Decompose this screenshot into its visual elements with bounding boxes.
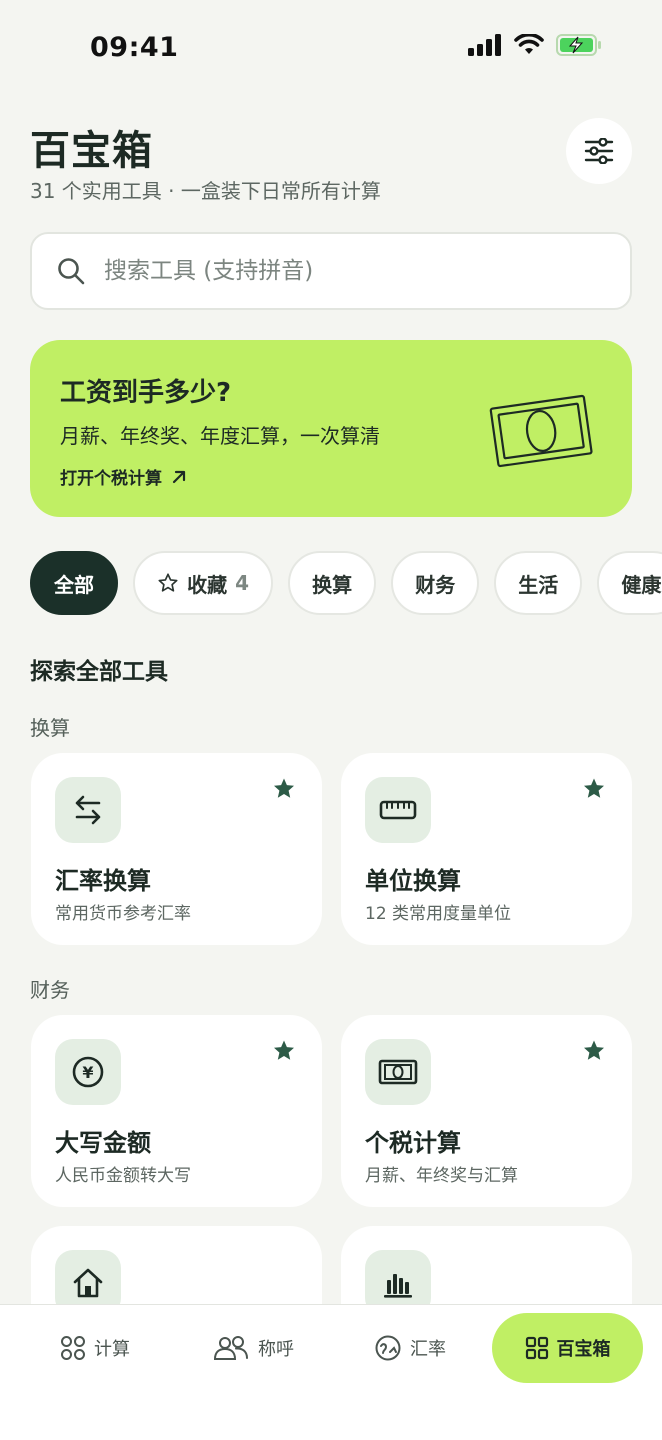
chip-life[interactable]: 生活	[494, 551, 583, 615]
page-subtitle: 31 个实用工具 · 一盒装下日常所有计算	[30, 179, 381, 203]
chip-label: 健康	[621, 572, 662, 597]
tool-card-income-tax[interactable]: 个税计算 月薪、年终奖与汇算	[341, 1015, 632, 1207]
status-icons	[468, 34, 602, 56]
favorites-count: 4	[235, 571, 250, 595]
favorite-star-icon[interactable]	[272, 1039, 296, 1063]
svg-text:¥: ¥	[82, 1063, 93, 1082]
tool-name: 单位换算	[365, 867, 461, 895]
category-chips: 全部 收藏 4 换算 财务 生活 健康	[30, 551, 662, 617]
chip-label: 换算	[312, 572, 353, 597]
globe-exchange-icon	[375, 1335, 401, 1361]
nav-label: 计算	[94, 1339, 130, 1360]
battery-charging-icon	[556, 34, 601, 56]
group-label-conversion: 换算	[30, 716, 70, 740]
favorite-star-icon[interactable]	[582, 777, 606, 801]
group-label-finance: 财务	[30, 978, 70, 1002]
banknote-illustration-icon	[489, 394, 593, 468]
favorite-star-icon[interactable]	[272, 777, 296, 801]
tool-card-exchange-rate[interactable]: 汇率换算 常用货币参考汇率	[31, 753, 322, 945]
chip-conversion[interactable]: 换算	[288, 551, 377, 615]
home-icon	[73, 1268, 103, 1298]
chip-label: 生活	[518, 572, 559, 597]
bar-chart-icon	[384, 1274, 412, 1298]
grid-circles-icon	[61, 1336, 85, 1360]
bottom-nav: 计算 称呼 汇率 百宝箱	[0, 1304, 662, 1440]
nav-label: 称呼	[258, 1339, 294, 1360]
tool-name: 汇率换算	[55, 867, 151, 895]
tool-description: 12 类常用度量单位	[365, 904, 512, 924]
tool-card-unit-conversion[interactable]: 单位换算 12 类常用度量单位	[341, 753, 632, 945]
star-outline-icon	[158, 573, 178, 592]
banner-link-label: 打开个税计算	[60, 469, 162, 489]
banner-title: 工资到手多少?	[60, 378, 232, 408]
open-tax-calculator-link[interactable]: 打开个税计算	[60, 464, 188, 489]
tool-icon-tile	[55, 777, 121, 843]
section-title: 探索全部工具	[30, 659, 168, 685]
chip-label: 收藏	[187, 572, 228, 597]
search-input[interactable]	[104, 258, 584, 284]
tool-name: 个税计算	[365, 1129, 461, 1157]
chip-health[interactable]: 健康	[597, 551, 662, 615]
nav-label: 汇率	[410, 1339, 446, 1360]
grid-squares-icon	[525, 1336, 548, 1360]
chip-label: 财务	[415, 572, 456, 597]
arrow-up-right-icon	[172, 470, 186, 483]
chip-favorites[interactable]: 收藏 4	[133, 551, 274, 615]
yen-coin-icon: ¥	[72, 1056, 104, 1088]
nav-item-toolbox[interactable]: 百宝箱	[492, 1313, 643, 1383]
banknote-icon	[378, 1059, 418, 1085]
tool-icon-tile	[365, 777, 431, 843]
status-time: 09:41	[90, 32, 179, 63]
nav-item-titles[interactable]: 称呼	[212, 1313, 294, 1383]
wifi-icon	[514, 34, 544, 54]
banner-description: 月薪、年终奖、年度汇算，一次算清	[60, 424, 380, 448]
filter-settings-button[interactable]	[566, 118, 632, 184]
status-bar: 09:41	[0, 0, 662, 100]
sliders-icon	[584, 138, 614, 164]
people-icon	[213, 1336, 248, 1360]
tool-description: 常用货币参考汇率	[55, 904, 191, 924]
tool-icon-tile: ¥	[55, 1039, 121, 1105]
tool-icon-tile	[365, 1039, 431, 1105]
tool-card-amount-in-words[interactable]: ¥ 大写金额 人民币金额转大写	[31, 1015, 322, 1207]
tool-description: 月薪、年终奖与汇算	[365, 1166, 518, 1186]
page-title: 百宝箱	[30, 128, 153, 174]
nav-item-exchange-rate[interactable]: 汇率	[374, 1313, 446, 1383]
ruler-icon	[379, 800, 417, 820]
cellular-signal-icon	[468, 34, 501, 56]
search-bar[interactable]	[30, 232, 632, 310]
chip-all[interactable]: 全部	[30, 551, 118, 615]
nav-label: 百宝箱	[556, 1339, 611, 1360]
swap-arrows-icon	[75, 795, 101, 825]
chip-finance[interactable]: 财务	[391, 551, 480, 615]
search-icon	[58, 258, 85, 285]
favorite-star-icon[interactable]	[582, 1039, 606, 1063]
tool-description: 人民币金额转大写	[55, 1166, 191, 1186]
tool-name: 大写金额	[55, 1129, 151, 1157]
tax-promo-banner[interactable]: 工资到手多少? 月薪、年终奖、年度汇算，一次算清 打开个税计算	[30, 340, 632, 517]
nav-item-calculate[interactable]: 计算	[60, 1313, 130, 1383]
chip-label: 全部	[54, 572, 94, 597]
